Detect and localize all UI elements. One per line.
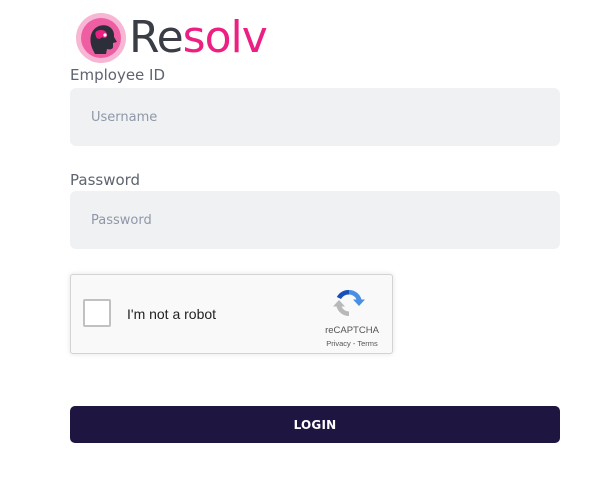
username-input[interactable] bbox=[70, 88, 560, 146]
terms-link[interactable]: Terms bbox=[357, 339, 377, 348]
login-button[interactable]: LOGIN bbox=[70, 406, 560, 443]
recaptcha-links: Privacy - Terms bbox=[315, 339, 389, 348]
recaptcha-label: I'm not a robot bbox=[127, 306, 217, 322]
brand-name-accent: solv bbox=[182, 12, 268, 63]
recaptcha-icon bbox=[332, 286, 366, 320]
employee-id-label: Employee ID bbox=[70, 66, 166, 84]
recaptcha-widget: I'm not a robot reCAPTCHA Privacy - Term… bbox=[70, 274, 393, 354]
brand-name-prefix: Re bbox=[129, 12, 184, 63]
recaptcha-checkbox[interactable] bbox=[83, 299, 111, 327]
login-page: Resolv Employee ID Password I'm not a ro… bbox=[0, 0, 590, 492]
privacy-link[interactable]: Privacy bbox=[326, 339, 351, 348]
recaptcha-brand: reCAPTCHA bbox=[325, 325, 379, 336]
brand-logo: Resolv bbox=[75, 10, 268, 66]
brand-name: Resolv bbox=[129, 16, 268, 60]
password-label: Password bbox=[70, 171, 141, 189]
head-silhouette-icon bbox=[75, 12, 127, 64]
password-input[interactable] bbox=[70, 191, 560, 249]
